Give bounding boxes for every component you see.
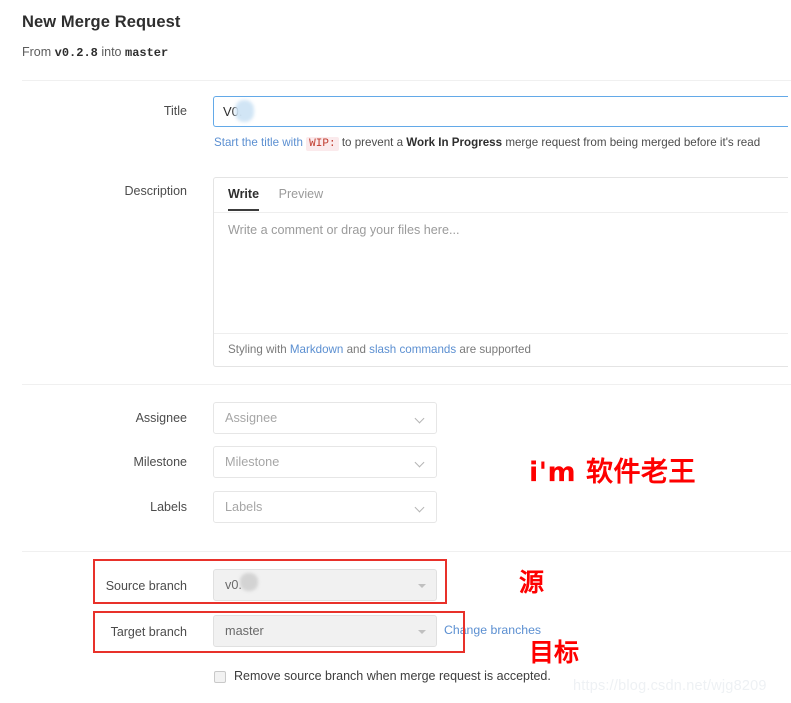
from-word: From	[22, 45, 52, 59]
page-title: New Merge Request	[22, 13, 181, 31]
remove-source-branch-row: Remove source branch when merge request …	[214, 669, 551, 684]
merge-request-page: New Merge Request From v0.2.8 into maste…	[0, 0, 791, 703]
labels-label: Labels	[150, 500, 187, 514]
footer-and: and	[346, 343, 366, 356]
summary-source-branch: v0.2.8	[54, 46, 98, 60]
footer-prefix: Styling with	[228, 343, 287, 356]
chevron-down-icon	[416, 459, 425, 468]
title-label: Title	[163, 104, 187, 118]
description-footer: Styling with Markdown and slash commands…	[214, 333, 788, 366]
description-textarea[interactable]	[214, 213, 788, 333]
labels-select[interactable]: Labels	[213, 491, 437, 523]
slash-commands-link[interactable]: slash commands	[369, 343, 456, 356]
annotation-source: 源	[519, 568, 545, 597]
into-word: into	[101, 45, 122, 59]
remove-source-branch-checkbox[interactable]	[214, 670, 226, 683]
summary-target-branch: master	[125, 46, 169, 60]
milestone-select[interactable]: Milestone	[213, 446, 437, 478]
title-hint-bold: Work In Progress	[406, 136, 503, 149]
title-hint-mid: to prevent a	[341, 136, 404, 149]
remove-source-branch-label: Remove source branch when merge request …	[234, 669, 551, 683]
labels-select-value: Labels	[225, 500, 263, 514]
annotation-target: 目标	[529, 638, 580, 667]
markdown-link[interactable]: Markdown	[290, 343, 343, 356]
tab-write[interactable]: Write	[228, 187, 260, 211]
title-redaction-blur	[235, 100, 254, 122]
chevron-down-icon	[416, 504, 425, 513]
chevron-down-icon	[416, 415, 425, 424]
assignee-label: Assignee	[135, 411, 187, 425]
milestone-label: Milestone	[133, 455, 188, 469]
milestone-select-value: Milestone	[225, 455, 280, 469]
description-label: Description	[124, 184, 187, 198]
title-hint-suffix: merge request from being merged before i…	[505, 136, 761, 149]
wip-code-token: WIP:	[306, 137, 339, 151]
description-editor: Write Preview Styling with Markdown and …	[213, 177, 788, 367]
annotation-brand: i'm 软件老王	[529, 457, 697, 488]
title-input[interactable]	[213, 96, 788, 127]
description-tabs: Write Preview	[214, 178, 788, 213]
source-branch-highlight-box	[93, 559, 447, 604]
divider-branches	[22, 551, 791, 552]
tab-preview[interactable]: Preview	[279, 187, 323, 209]
divider-top	[22, 80, 791, 81]
branch-summary: From v0.2.8 into master	[22, 44, 762, 61]
assignee-select-value: Assignee	[225, 411, 278, 425]
target-branch-highlight-box	[93, 611, 465, 653]
footer-suffix: are supported	[459, 343, 531, 356]
page-header: New Merge Request From v0.2.8 into maste…	[22, 12, 762, 61]
divider-middle	[22, 384, 791, 385]
watermark: https://blog.csdn.net/wjg8209	[573, 678, 767, 694]
title-hint: Start the title with WIP: to prevent a W…	[214, 135, 791, 152]
assignee-select[interactable]: Assignee	[213, 402, 437, 434]
title-hint-prefix[interactable]: Start the title with	[214, 136, 303, 149]
